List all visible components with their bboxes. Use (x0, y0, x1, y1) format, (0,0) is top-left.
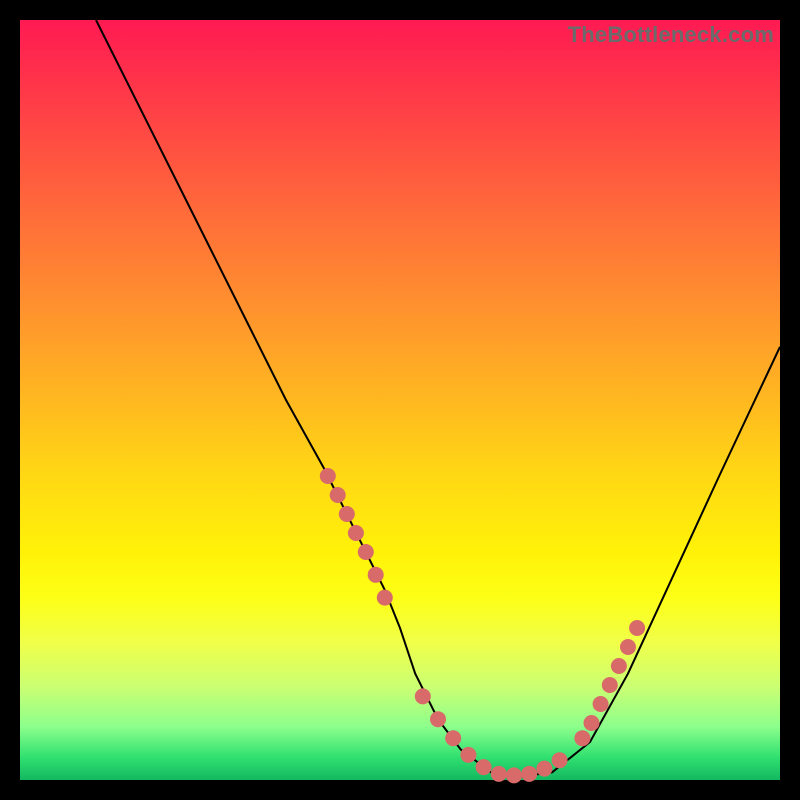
dot (593, 696, 609, 712)
bottleneck-curve (96, 20, 780, 776)
dot (521, 766, 537, 782)
dot (506, 767, 522, 783)
dot (368, 567, 384, 583)
highlight-dots (320, 468, 645, 783)
dot (574, 730, 590, 746)
dot (552, 752, 568, 768)
chart-overlay (20, 20, 780, 780)
dot (339, 506, 355, 522)
dot (430, 711, 446, 727)
dot (358, 544, 374, 560)
chart-frame: TheBottleneck.com (0, 0, 800, 800)
dot (460, 747, 476, 763)
plot-area: TheBottleneck.com (20, 20, 780, 780)
dot (629, 620, 645, 636)
dot (491, 766, 507, 782)
dot (602, 677, 618, 693)
dot (330, 487, 346, 503)
dot (584, 715, 600, 731)
dot (320, 468, 336, 484)
dot (415, 688, 431, 704)
dot (377, 590, 393, 606)
dot (536, 761, 552, 777)
dot (476, 759, 492, 775)
dot (445, 730, 461, 746)
dot (620, 639, 636, 655)
dot (348, 525, 364, 541)
dot (611, 658, 627, 674)
